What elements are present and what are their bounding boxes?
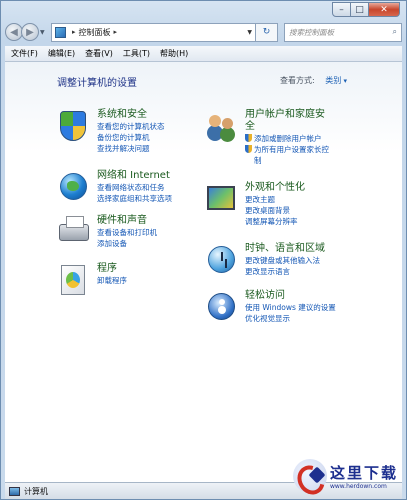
link-uninstall[interactable]: 卸载程序 — [97, 275, 127, 286]
caption-buttons: – □ ✕ — [332, 2, 400, 17]
link-network-status[interactable]: 查看网络状态和任务 — [97, 182, 172, 193]
link-homegroup[interactable]: 选择家庭组和共享选项 — [97, 193, 172, 204]
back-arrow-icon: ◀ — [10, 26, 18, 38]
link-backup[interactable]: 备份您的计算机 — [97, 132, 165, 143]
menu-bar: 文件(F) 编辑(E) 查看(V) 工具(T) 帮助(H) — [5, 46, 402, 62]
category-title[interactable]: 系统和安全 — [97, 109, 165, 121]
menu-help[interactable]: 帮助(H) — [160, 48, 188, 59]
link-display-language[interactable]: 更改显示语言 — [245, 266, 325, 277]
category-title[interactable]: 程序 — [97, 263, 127, 275]
printer-icon[interactable] — [57, 215, 91, 249]
menu-file[interactable]: 文件(F) — [11, 48, 38, 59]
refresh-icon: ↻ — [262, 27, 271, 37]
address-dropdown-icon[interactable]: ▼ — [247, 29, 252, 36]
watermark-title: 这里下载 — [329, 464, 398, 482]
minimize-button[interactable]: – — [332, 2, 351, 17]
category-programs: 程序 卸载程序 — [57, 263, 127, 297]
programs-icon[interactable] — [57, 263, 91, 297]
menu-edit[interactable]: 编辑(E) — [48, 48, 75, 59]
link-desktop-background[interactable]: 更改桌面背景 — [245, 205, 305, 216]
recent-pages-dropdown[interactable]: ▼ — [40, 29, 48, 36]
category-title[interactable]: 用户帐户和家庭安 — [245, 109, 329, 121]
status-text: 计算机 — [24, 486, 48, 496]
link-troubleshoot[interactable]: 查找并解决问题 — [97, 143, 165, 154]
link-parental-controls-cont[interactable]: 制 — [245, 155, 329, 166]
link-parental-controls[interactable]: 为所有用户设置家长控 — [245, 144, 329, 155]
link-recommended-settings[interactable]: 使用 Windows 建议的设置 — [245, 302, 336, 313]
view-by: 查看方式: 类别 — [280, 75, 347, 86]
breadcrumb-control-panel[interactable]: 控制面板 — [79, 27, 111, 38]
ease-of-access-icon[interactable] — [205, 290, 239, 324]
forward-button[interactable]: ▶ — [21, 23, 39, 41]
menu-view[interactable]: 查看(V) — [85, 48, 113, 59]
control-panel-content: 调整计算机的设置 查看方式: 类别 系统和安全 查看您的计算机状态 备份您的计算… — [5, 62, 402, 482]
watermark: 这里下载 www.herdown.com — [292, 459, 398, 493]
link-view-status[interactable]: 查看您的计算机状态 — [97, 121, 165, 132]
category-user-accounts: 用户帐户和家庭安 全 添加或删除用户帐户 为所有用户设置家长控 制 — [205, 109, 329, 166]
security-shield-icon[interactable] — [57, 109, 91, 143]
refresh-button[interactable]: ↻ — [256, 22, 278, 42]
link-optimize-visual[interactable]: 优化视觉显示 — [245, 313, 336, 324]
address-bar[interactable]: ▸ 控制面板 ▸ ▼ — [51, 22, 256, 42]
link-screen-resolution[interactable]: 调整屏幕分辨率 — [245, 216, 305, 227]
category-title[interactable]: 硬件和声音 — [97, 215, 157, 227]
category-network: 网络和 Internet 查看网络状态和任务 选择家庭组和共享选项 — [57, 170, 172, 204]
window-frame: – □ ✕ ◀ ▶ ▼ ▸ 控制面板 ▸ ▼ ↻ 搜索控制面板 ⌕ 文件(F) … — [0, 0, 407, 500]
menu-tools[interactable]: 工具(T) — [123, 48, 150, 59]
users-icon[interactable] — [205, 109, 239, 143]
watermark-url: www.herdown.com — [329, 483, 387, 490]
category-hardware-sound: 硬件和声音 查看设备和打印机 添加设备 — [57, 215, 157, 249]
category-ease-of-access: 轻松访问 使用 Windows 建议的设置 优化视觉显示 — [205, 290, 336, 324]
link-change-theme[interactable]: 更改主题 — [245, 194, 305, 205]
search-input[interactable]: 搜索控制面板 ⌕ — [284, 22, 402, 42]
navigation-bar: ◀ ▶ ▼ ▸ 控制面板 ▸ ▼ ↻ 搜索控制面板 ⌕ — [5, 21, 402, 43]
category-clock-language: 时钟、语言和区域 更改键盘或其他输入法 更改显示语言 — [205, 243, 325, 277]
search-icon[interactable]: ⌕ — [393, 27, 397, 37]
computer-icon — [9, 486, 20, 496]
category-title-cont[interactable]: 全 — [245, 121, 329, 133]
category-title[interactable]: 外观和个性化 — [245, 182, 305, 194]
address-arrow-icon[interactable]: ▸ — [72, 28, 76, 36]
category-title[interactable]: 轻松访问 — [245, 290, 336, 302]
view-by-dropdown[interactable]: 类别 — [325, 76, 347, 85]
appearance-icon[interactable] — [205, 182, 239, 216]
watermark-logo-icon — [292, 459, 327, 493]
page-title: 调整计算机的设置 — [57, 78, 137, 89]
view-by-label: 查看方式: — [280, 76, 315, 85]
control-panel-icon — [55, 26, 66, 38]
category-title[interactable]: 时钟、语言和区域 — [245, 243, 325, 255]
search-placeholder: 搜索控制面板 — [289, 27, 334, 37]
category-title[interactable]: 网络和 Internet — [97, 170, 172, 182]
close-button[interactable]: ✕ — [368, 2, 400, 17]
category-appearance: 外观和个性化 更改主题 更改桌面背景 调整屏幕分辨率 — [205, 182, 305, 227]
forward-arrow-icon: ▶ — [26, 26, 34, 38]
maximize-button[interactable]: □ — [350, 2, 369, 17]
network-globe-icon[interactable] — [57, 170, 91, 204]
link-add-remove-users[interactable]: 添加或删除用户帐户 — [245, 133, 329, 144]
category-system-security: 系统和安全 查看您的计算机状态 备份您的计算机 查找并解决问题 — [57, 109, 165, 154]
link-keyboard-input[interactable]: 更改键盘或其他输入法 — [245, 255, 325, 266]
breadcrumb-separator-icon[interactable]: ▸ — [114, 28, 118, 36]
link-devices-printers[interactable]: 查看设备和打印机 — [97, 227, 157, 238]
clock-globe-icon[interactable] — [205, 243, 239, 277]
link-add-device[interactable]: 添加设备 — [97, 238, 157, 249]
